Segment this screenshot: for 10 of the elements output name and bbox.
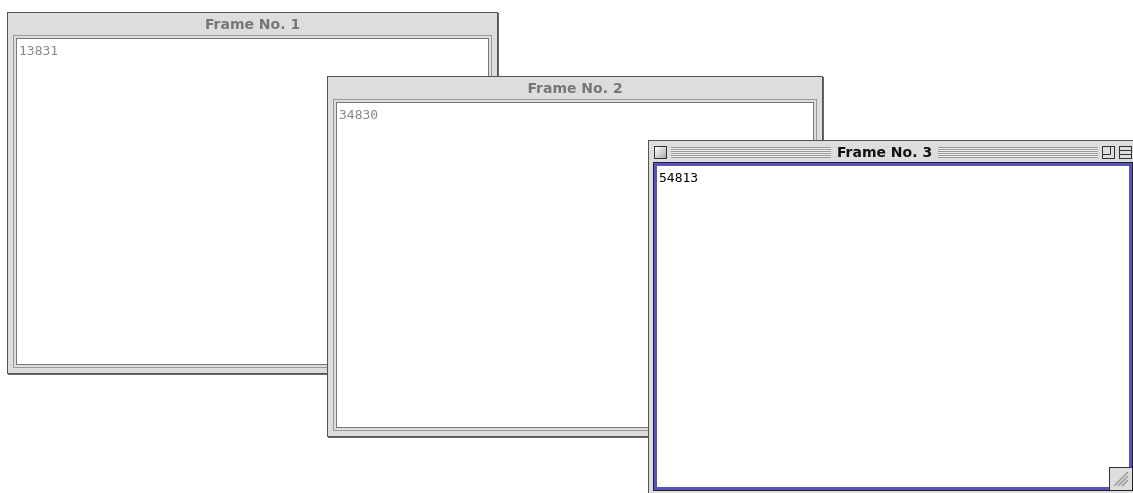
frame-text: 13831	[19, 43, 59, 58]
resize-grip-icon[interactable]	[1109, 467, 1132, 490]
window-title: Frame No. 3	[835, 144, 934, 160]
zoom-box-icon[interactable]	[1102, 145, 1115, 159]
window-title: Frame No. 2	[526, 80, 624, 96]
frame-text: 34830	[339, 107, 379, 122]
collapse-box-icon[interactable]	[1119, 145, 1132, 159]
window-title: Frame No. 1	[203, 16, 302, 32]
close-box-icon[interactable]	[654, 145, 667, 159]
frame-text: 54813	[659, 170, 699, 185]
